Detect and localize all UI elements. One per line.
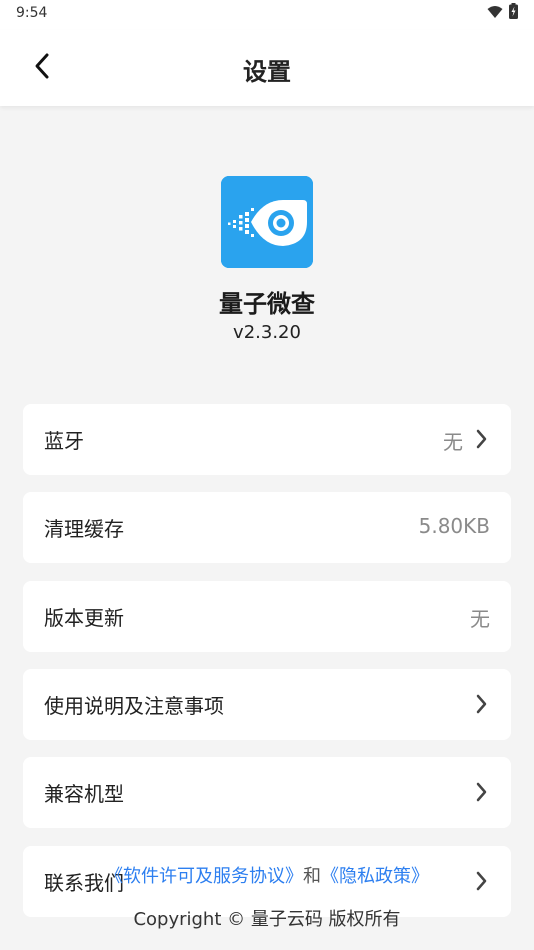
wifi-icon: [487, 4, 503, 23]
row-label: 版本更新: [44, 606, 124, 630]
settings-row-bluetooth[interactable]: 蓝牙 无: [23, 404, 511, 475]
status-time: 9:54: [16, 5, 48, 21]
app-name: 量子微查: [219, 290, 315, 318]
copyright-text: Copyright © 量子云码 版权所有: [133, 909, 401, 930]
row-value: 无: [470, 607, 490, 631]
header-bar: 设置: [0, 30, 534, 106]
page-title: 设置: [243, 58, 291, 86]
status-bar: 9:54: [0, 0, 534, 30]
row-label: 使用说明及注意事项: [44, 694, 224, 718]
chevron-right-icon: [475, 427, 489, 451]
row-value: 无: [443, 430, 463, 454]
app-logo: [221, 176, 313, 268]
privacy-policy-link[interactable]: 《隐私政策》: [321, 866, 429, 887]
battery-icon: [509, 3, 518, 23]
row-label: 蓝牙: [44, 429, 84, 453]
app-version: v2.3.20: [233, 322, 301, 343]
status-icons: [487, 3, 518, 23]
chevron-right-icon: [475, 692, 489, 716]
settings-row-version-update[interactable]: 版本更新 无: [23, 581, 511, 652]
settings-row-clear-cache[interactable]: 清理缓存 5.80KB: [23, 492, 511, 563]
link-separator: 和: [303, 866, 321, 887]
row-label: 清理缓存: [44, 517, 124, 541]
license-agreement-link[interactable]: 《软件许可及服务协议》: [105, 866, 303, 887]
agreement-links: 《软件许可及服务协议》和《隐私政策》: [0, 862, 534, 888]
chevron-right-icon: [475, 780, 489, 804]
settings-row-instructions[interactable]: 使用说明及注意事项: [23, 669, 511, 740]
row-label: 兼容机型: [44, 782, 124, 806]
row-value: 5.80KB: [418, 514, 490, 538]
settings-row-compatible-models[interactable]: 兼容机型: [23, 757, 511, 828]
